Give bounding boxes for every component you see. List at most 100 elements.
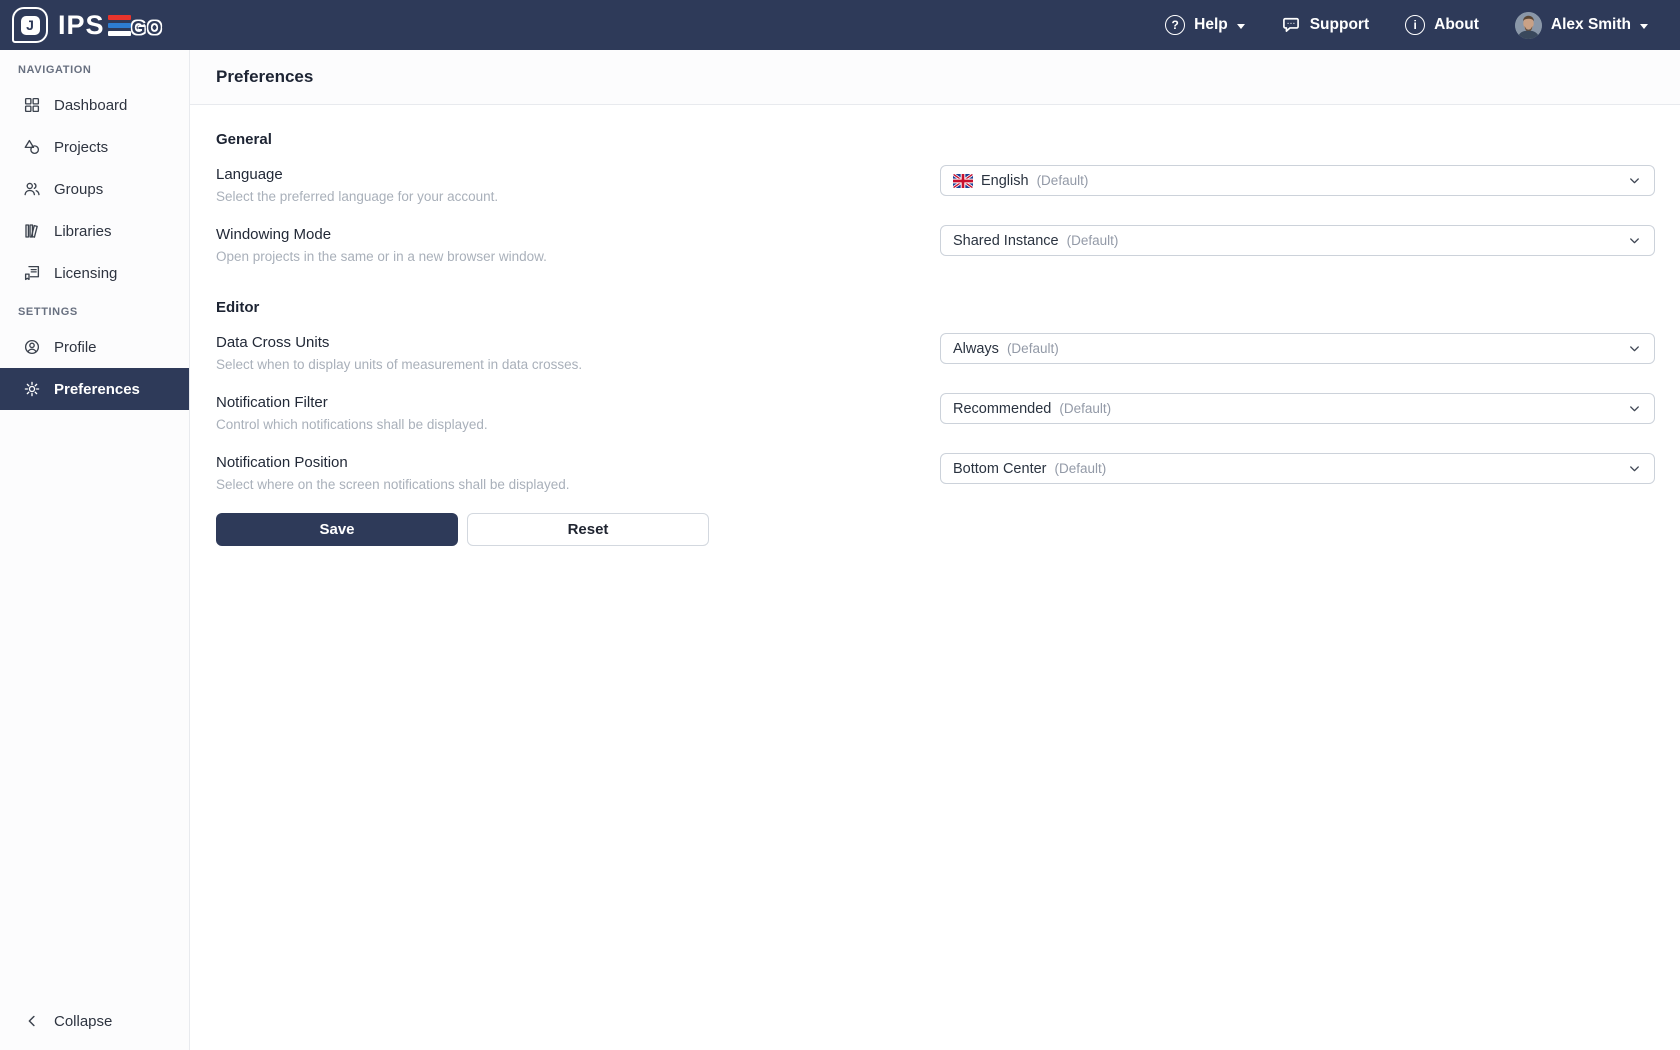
preferences-form: General Language Select the preferred la… <box>190 105 1680 546</box>
chat-icon <box>1281 15 1301 35</box>
collapse-label: Collapse <box>54 1013 112 1030</box>
logo-e-bars-icon <box>108 15 131 36</box>
sidebar-item-projects[interactable]: Projects <box>0 126 189 168</box>
main-content: Preferences General Language Select the … <box>190 50 1680 1050</box>
sidebar-item-profile[interactable]: Profile <box>0 326 189 368</box>
sidebar-item-dashboard[interactable]: Dashboard <box>0 84 189 126</box>
chevron-left-icon <box>23 1012 41 1030</box>
app-root: J IPS GO ? Help <box>0 0 1680 1050</box>
support-link[interactable]: Support <box>1281 15 1369 35</box>
setting-label: Language <box>216 165 910 184</box>
setting-row-language: Language Select the preferred language f… <box>216 165 1655 205</box>
license-icon <box>23 264 41 282</box>
topbar-menu: ? Help Support i About <box>1165 12 1648 39</box>
save-button[interactable]: Save <box>216 513 458 546</box>
select-value: Recommended <box>953 401 1051 417</box>
select-value: Bottom Center <box>953 461 1047 477</box>
user-menu[interactable]: Alex Smith <box>1515 12 1648 39</box>
user-name-label: Alex Smith <box>1551 16 1631 34</box>
notification-position-select[interactable]: Bottom Center (Default) <box>940 453 1655 484</box>
logo-mark-icon: J <box>12 7 48 43</box>
data-cross-units-select[interactable]: Always (Default) <box>940 333 1655 364</box>
chevron-down-icon <box>1237 24 1245 29</box>
chevron-down-icon <box>1627 341 1642 356</box>
help-menu[interactable]: ? Help <box>1165 15 1245 35</box>
about-link[interactable]: i About <box>1405 15 1479 35</box>
setting-label: Notification Filter <box>216 393 910 412</box>
language-select[interactable]: English (Default) <box>940 165 1655 196</box>
sidebar-item-label: Groups <box>54 181 103 198</box>
setting-info: Notification Filter Control which notifi… <box>216 393 940 433</box>
grid-icon <box>23 96 41 114</box>
books-icon <box>23 222 41 240</box>
sidebar-item-licensing[interactable]: Licensing <box>0 252 189 294</box>
sidebar-item-libraries[interactable]: Libraries <box>0 210 189 252</box>
sidebar: NAVIGATION Dashboard Projects <box>0 50 190 1050</box>
sidebar-item-label: Dashboard <box>54 97 127 114</box>
setting-row-notification-position: Notification Position Select where on th… <box>216 453 1655 493</box>
setting-description: Open projects in the same or in a new br… <box>216 249 910 265</box>
page-title: Preferences <box>216 67 313 87</box>
sidebar-item-label: Licensing <box>54 265 117 282</box>
logo-text: IPS GO <box>58 12 164 39</box>
chevron-down-icon <box>1627 401 1642 416</box>
users-icon <box>23 180 41 198</box>
uk-flag-icon <box>953 174 973 188</box>
chevron-down-icon <box>1627 173 1642 188</box>
setting-description: Select where on the screen notifications… <box>216 477 910 493</box>
setting-info: Windowing Mode Open projects in the same… <box>216 225 940 265</box>
notification-filter-select[interactable]: Recommended (Default) <box>940 393 1655 424</box>
windowing-mode-select[interactable]: Shared Instance (Default) <box>940 225 1655 256</box>
select-value: English <box>981 173 1029 189</box>
setting-row-data-cross-units: Data Cross Units Select when to display … <box>216 333 1655 373</box>
section-heading: General <box>216 131 1655 148</box>
app-logo[interactable]: J IPS GO <box>12 7 164 43</box>
sidebar-item-label: Preferences <box>54 381 140 398</box>
select-default-note: (Default) <box>1067 233 1119 248</box>
support-label: Support <box>1310 16 1369 34</box>
gear-icon <box>23 380 41 398</box>
about-label: About <box>1434 16 1479 34</box>
info-circle-icon: i <box>1405 15 1425 35</box>
help-label: Help <box>1194 16 1228 34</box>
setting-label: Notification Position <box>216 453 910 472</box>
shapes-icon <box>23 138 41 156</box>
chevron-down-icon <box>1627 233 1642 248</box>
select-default-note: (Default) <box>1037 173 1089 188</box>
sidebar-item-preferences[interactable]: Preferences <box>0 368 189 410</box>
select-default-note: (Default) <box>1055 461 1107 476</box>
user-circle-icon <box>23 338 41 356</box>
section-heading: Editor <box>216 299 1655 316</box>
setting-label: Data Cross Units <box>216 333 910 352</box>
chevron-down-icon <box>1627 461 1642 476</box>
logo-go-label: GO <box>132 18 164 39</box>
setting-row-notification-filter: Notification Filter Control which notifi… <box>216 393 1655 433</box>
collapse-sidebar-button[interactable]: Collapse <box>0 1000 189 1042</box>
sidebar-section-navigation: NAVIGATION <box>18 64 171 76</box>
setting-info: Data Cross Units Select when to display … <box>216 333 940 373</box>
sidebar-item-label: Libraries <box>54 223 112 240</box>
select-default-note: (Default) <box>1059 401 1111 416</box>
logo-ips-label: IPS <box>58 12 105 39</box>
setting-row-windowing-mode: Windowing Mode Open projects in the same… <box>216 225 1655 265</box>
setting-description: Control which notifications shall be dis… <box>216 417 910 433</box>
chevron-down-icon <box>1640 24 1648 29</box>
select-value: Shared Instance <box>953 233 1059 249</box>
setting-label: Windowing Mode <box>216 225 910 244</box>
sidebar-item-label: Projects <box>54 139 108 156</box>
section-general: General Language Select the preferred la… <box>216 131 1655 265</box>
select-value: Always <box>953 341 999 357</box>
setting-info: Language Select the preferred language f… <box>216 165 940 205</box>
topbar: J IPS GO ? Help <box>0 0 1680 50</box>
sidebar-item-groups[interactable]: Groups <box>0 168 189 210</box>
sidebar-item-label: Profile <box>54 339 97 356</box>
sidebar-section-settings: SETTINGS <box>18 306 171 318</box>
setting-info: Notification Position Select where on th… <box>216 453 940 493</box>
reset-button[interactable]: Reset <box>467 513 709 546</box>
select-default-note: (Default) <box>1007 341 1059 356</box>
section-editor: Editor Data Cross Units Select when to d… <box>216 299 1655 493</box>
setting-description: Select when to display units of measurem… <box>216 357 910 373</box>
avatar <box>1515 12 1542 39</box>
question-circle-icon: ? <box>1165 15 1185 35</box>
page-header: Preferences <box>190 50 1680 105</box>
